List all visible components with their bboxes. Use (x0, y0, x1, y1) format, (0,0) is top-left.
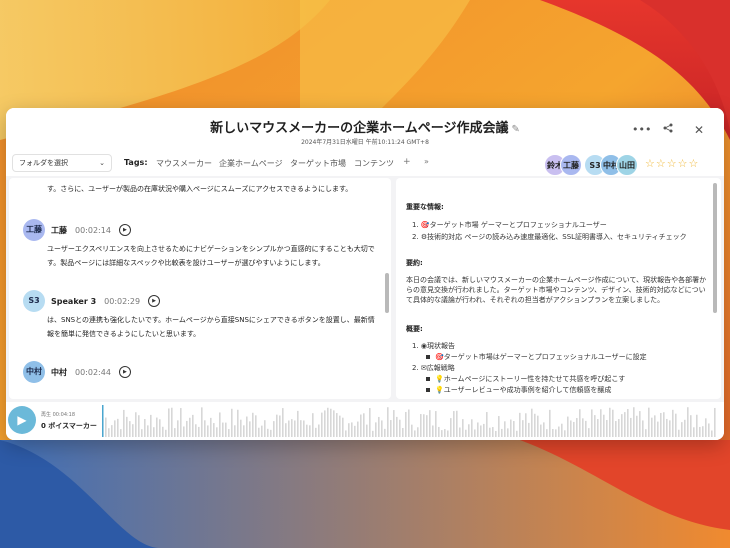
play-icon[interactable]: ▶ (118, 366, 131, 378)
playhead[interactable] (102, 405, 104, 437)
tags-label: Tags: (124, 158, 148, 167)
avatar[interactable]: 山田 (616, 154, 638, 176)
outline-subitem: 🎯ターゲット市場はゲーマーとプロフェッショナルユーザーに設定 (426, 352, 647, 362)
avatar[interactable]: 工藤 (560, 154, 582, 176)
outline-subitem: 💡ユーザーレビューや成功事例を紹介して信頼感を醸成 (426, 385, 611, 395)
speaker-timestamp: 00:02:29 (104, 296, 141, 306)
outline-item: 2. ✉広報戦略 (412, 364, 455, 372)
folder-select[interactable]: フォルダを選択 ⌄ (12, 154, 112, 172)
folder-select-label: フォルダを選択 (19, 159, 68, 167)
bullet-icon (426, 388, 430, 392)
abstract-text: 本日の会議では、新しいマウスメーカーの企業ホームページ作成について、現状報告や各… (406, 276, 707, 304)
meeting-datetime: 2024年7月31日水曜日 午前10:11:24 GMT+8 (301, 139, 429, 146)
transcript-text: は、SNSとの連携も強化したいです。ホームページから直接SNSにシェアできるボタ… (47, 316, 375, 338)
tag-item[interactable]: ターゲット市場 (290, 158, 346, 169)
more-icon[interactable]: ••• (632, 122, 651, 138)
window-header: 新しいマウスメーカーの企業ホームページ作成会議 ✎ 2024年7月31日水曜日 午… (6, 108, 724, 152)
key-info-item: 1. 🎯ターゲット市場 ゲーマーとプロフェッショナルユーザー (412, 221, 607, 229)
bullet-icon (426, 377, 430, 381)
speaker-row: S3 Speaker 3 00:02:29 ▶ (23, 290, 161, 312)
play-icon[interactable]: ▶ (148, 295, 161, 307)
speaker-row: 工藤 工藤 00:02:14 ▶ (23, 219, 131, 241)
close-icon[interactable]: ✕ (691, 122, 707, 138)
transcript-panel: す。さらに、ユーザーが製品の在庫状況や購入ページにスムーズにアクセスできるように… (9, 178, 391, 399)
audio-waveform[interactable] (102, 405, 722, 437)
speaker-avatar[interactable]: 工藤 (23, 219, 45, 241)
meeting-title-text: 新しいマウスメーカーの企業ホームページ作成会議 (210, 121, 509, 136)
bullet-icon (426, 355, 430, 359)
speaker-avatar[interactable]: S3 (23, 290, 45, 312)
tag-item[interactable]: コンテンツ (354, 158, 394, 169)
transcript-scrollbar[interactable] (385, 273, 389, 313)
toolbar: フォルダを選択 ⌄ Tags: マウスメーカー 企業ホームページ ターゲット市場… (6, 152, 724, 176)
tag-item[interactable]: マウスメーカー (156, 158, 212, 169)
summary-scrollbar[interactable] (713, 183, 717, 313)
pencil-icon[interactable]: ✎ (511, 124, 519, 135)
tag-item[interactable]: 企業ホームページ (219, 158, 283, 169)
chevron-down-icon: ⌄ (99, 159, 105, 167)
add-tag-button[interactable]: + (403, 157, 411, 167)
speaker-timestamp: 00:02:14 (75, 225, 111, 235)
play-icon[interactable]: ▶ (118, 224, 131, 236)
playback-label: 再生 00:04:18 (41, 412, 76, 418)
speaker-name[interactable]: Speaker 3 (51, 297, 96, 306)
more-tags-button[interactable]: » (424, 157, 429, 166)
share-icon[interactable] (660, 122, 676, 138)
outline-item: 1. ◉現状報告 (412, 342, 456, 350)
summary-panel: 重要な情報: 1. 🎯ターゲット市場 ゲーマーとプロフェッショナルユーザー 2.… (396, 178, 721, 399)
voice-marker-count[interactable]: 0 ボイスマーカー (41, 421, 97, 431)
speaker-avatar[interactable]: 中村 (23, 361, 45, 383)
transcript-text: ユーザーエクスペリエンスを向上させるためにナビゲーションをシンプルかつ直感的にす… (47, 245, 375, 267)
outline-subitem-text: 🎯ターゲット市場はゲーマーとプロフェッショナルユーザーに設定 (435, 353, 647, 361)
speaker-row: 中村 中村 00:02:44 ▶ (23, 361, 131, 383)
transcript-text: す。さらに、ユーザーが製品の在庫状況や購入ページにスムーズにアクセスできるように… (47, 185, 353, 193)
outline-subitem: 💡ホームページにストーリー性を持たせて共感を呼び起こす (426, 374, 625, 384)
outline-heading: 概要: (406, 325, 423, 333)
speaker-name[interactable]: 工藤 (51, 225, 67, 236)
play-icon[interactable]: ▶ (8, 406, 36, 434)
meeting-title[interactable]: 新しいマウスメーカーの企業ホームページ作成会議 ✎ (6, 117, 724, 136)
key-info-item: 2. ⚙技術的対応 ページの読み込み速度最適化、SSL証明書導入、セキュリティチ… (412, 233, 687, 241)
outline-subitem-text: 💡ユーザーレビューや成功事例を紹介して信頼感を醸成 (435, 386, 612, 394)
meeting-window: 新しいマウスメーカーの企業ホームページ作成会議 ✎ 2024年7月31日水曜日 午… (6, 108, 724, 440)
speaker-name[interactable]: 中村 (51, 367, 67, 378)
key-info-heading: 重要な情報: (406, 203, 444, 211)
speaker-timestamp: 00:02:44 (75, 367, 111, 377)
audio-player: ▶ 再生 00:04:18 0 ボイスマーカー (6, 402, 724, 440)
outline-subitem-text: 💡ホームページにストーリー性を持たせて共感を呼び起こす (435, 375, 626, 383)
rating-stars[interactable]: ☆☆☆☆☆ (645, 157, 699, 170)
abstract-heading: 要約: (406, 259, 423, 267)
